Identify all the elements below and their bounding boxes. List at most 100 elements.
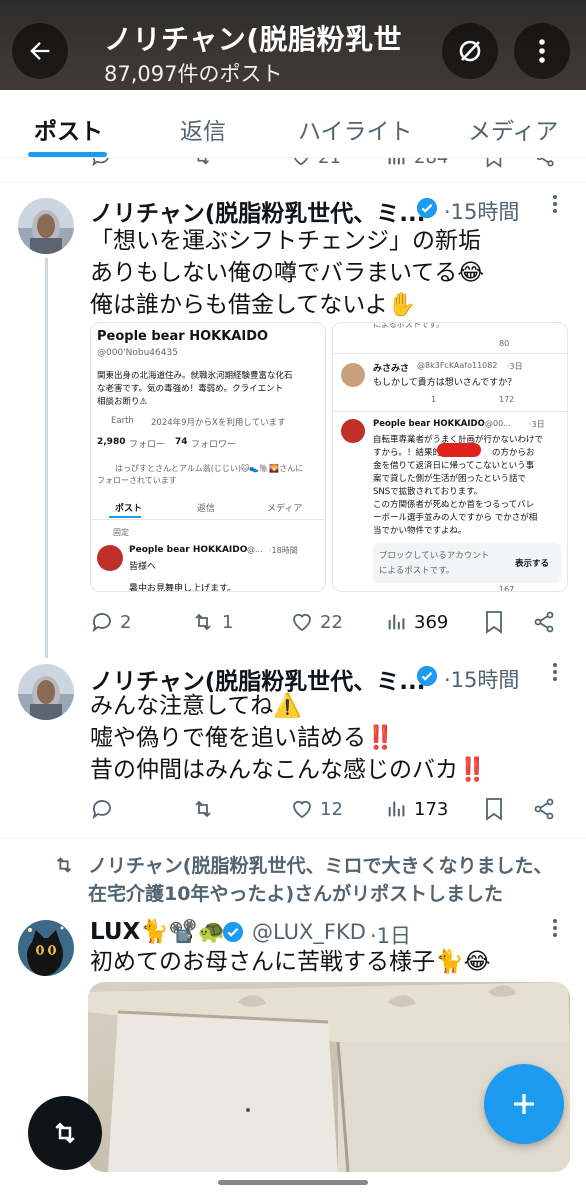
home-indicator[interactable]: [218, 1180, 368, 1185]
tweet-text-line: 昔の仲間はみんなこんな感じのバカ‼️: [90, 757, 487, 783]
bookmark-icon: [486, 611, 502, 634]
views-button[interactable]: 173: [386, 797, 448, 821]
avatar-person-image: [18, 664, 74, 720]
tweet-time[interactable]: ·15時間: [444, 196, 519, 226]
post-count: 87,097件のポスト: [104, 62, 283, 86]
tweet-time[interactable]: ·15時間: [444, 664, 519, 694]
embed-top-text: によるポストです。: [373, 322, 444, 329]
vertical-dots-icon: [539, 39, 545, 63]
view-count: 173: [414, 798, 449, 820]
tab-media[interactable]: メディア: [468, 112, 558, 146]
attached-image-profile[interactable]: People bear HOKKAIDO @000'Nobu46435 関東出身…: [90, 322, 326, 592]
tweet-more-button[interactable]: [552, 194, 558, 220]
embed-post-handle: @00...: [485, 419, 511, 428]
embed-avatar: [341, 419, 365, 443]
black-cat-avatar-image: [18, 920, 74, 976]
thread-line: [45, 258, 48, 658]
bookmark-icon: [486, 798, 502, 821]
reply-button[interactable]: [90, 797, 114, 821]
avatar[interactable]: [18, 198, 74, 254]
author-name[interactable]: LUX🐈📽️🐢: [90, 918, 226, 945]
bookmark-button[interactable]: [484, 610, 504, 634]
author-name[interactable]: ノリチャン(脱脂粉乳世代、ミ...: [90, 194, 426, 228]
repost-icon: [195, 613, 211, 631]
tab-posts[interactable]: ポスト: [34, 112, 103, 146]
more-options-button[interactable]: [514, 23, 570, 79]
embed-bottom-views: 167: [499, 585, 515, 592]
prev-reply-icon: [90, 158, 112, 168]
embed-post-time: ·18時間: [269, 546, 298, 555]
search-button[interactable]: [442, 23, 498, 79]
embed-reply-handle: @8k3FcKAafo11082: [417, 361, 498, 370]
back-arrow-icon: [30, 42, 50, 60]
prev-like-count: 21: [318, 158, 341, 168]
embed-bio-line: 関東出身の北海道住み。就職氷河期経験豊富な化石: [97, 371, 293, 381]
embed-blocked-box: ブロックしているアカウント によるポストです。 表示する: [373, 543, 561, 583]
bookmark-button[interactable]: [484, 797, 504, 821]
like-count: 12: [320, 798, 343, 820]
embed-followed-by: フォローされています: [97, 476, 177, 485]
tweet-more-button[interactable]: [552, 662, 558, 688]
embed-joined: 2024年9月からXを利用しています: [151, 418, 286, 428]
embed-blocked-text: によるポストです。: [379, 566, 455, 576]
prev-view-count: 284: [414, 158, 448, 168]
avatar[interactable]: [18, 920, 74, 976]
embed-show-button: 表示する: [515, 559, 550, 569]
heart-icon: [293, 800, 311, 819]
author-handle[interactable]: @LUX_FKD: [252, 920, 366, 944]
prev-like: 21: [290, 158, 341, 168]
repost-fab-button[interactable]: [28, 1096, 102, 1170]
embed-post-line: SNSで拡散されております。: [373, 487, 483, 497]
embed-post-time: ·3日: [529, 420, 545, 429]
repost-notice-icon: [56, 857, 72, 873]
verified-badge-icon: [416, 665, 438, 687]
tweet-divider: [0, 182, 586, 183]
compose-button[interactable]: [484, 1064, 564, 1144]
like-button[interactable]: 12: [290, 797, 343, 821]
share-button[interactable]: [532, 610, 556, 634]
tweet-text-line: 俺は誰からも借金してないよ✋: [90, 292, 417, 318]
prev-repost-icon: [190, 158, 214, 168]
search-slash-icon: [459, 40, 481, 62]
previous-tweet-actions: 21 284: [0, 158, 586, 170]
like-count: 22: [320, 611, 343, 633]
embed-post-line: 案で貸した側が生活が困ったという話で: [373, 474, 527, 484]
tab-replies[interactable]: 返信: [180, 112, 226, 146]
views-button[interactable]: 369: [386, 610, 448, 634]
embed-post-name: People bear HOKKAIDO: [129, 545, 248, 555]
views-bar-icon: [388, 801, 405, 817]
profile-name-title: ノリチャン(脱脂粉乳世: [104, 23, 403, 56]
views-bar-icon: [388, 158, 405, 165]
embed-reply-reposts: 1: [431, 395, 437, 404]
embed-location: Earth: [111, 416, 134, 426]
embed-pinned-label: 固定: [113, 528, 129, 537]
plus-icon: [514, 1094, 534, 1114]
embed-reply-time: ·3日: [507, 362, 523, 371]
attached-image-thread[interactable]: によるポストです。 80 みさみさ @8k3FcKAafo11082 ·3日 も…: [332, 322, 568, 592]
share-button[interactable]: [532, 797, 556, 821]
like-button[interactable]: 22: [290, 610, 343, 634]
tweet-text-line: 初めてのお母さんに苦戦する様子🐈😂: [90, 949, 491, 975]
reply-button[interactable]: 2: [90, 610, 131, 634]
embed-followers-count: 74: [175, 437, 188, 447]
repost-button[interactable]: [190, 797, 216, 821]
profile-header: ノリチャン(脱脂粉乳世 87,097件のポスト: [0, 0, 586, 90]
prev-views: 284: [386, 158, 448, 168]
tab-highlights[interactable]: ハイライト: [298, 112, 413, 146]
repost-button[interactable]: 1: [190, 610, 233, 634]
tweet-more-button[interactable]: [552, 918, 558, 944]
tweet-text-line: 嘘や偽りで俺を追い詰める‼️: [90, 725, 395, 751]
prev-bookmark-icon: [484, 158, 504, 168]
reply-count: 2: [120, 611, 132, 633]
embed-followers-label: フォロワー: [191, 440, 237, 450]
tweet-text-line: 「想いを運ぶシフトチェンジ」の新垢: [90, 228, 481, 254]
repost-notice[interactable]: ノリチャン(脱脂粉乳世代、ミロで大きくなりました、 在宅介護10年やったよ)さん…: [88, 852, 553, 908]
embed-post-line: ーボール選手並みの人ですから でかさが相: [373, 513, 538, 523]
embed-following-count: 2,980: [97, 437, 126, 447]
avatar[interactable]: [18, 664, 74, 720]
tweet-text-line: ありもしない俺の噂でバラまいてる😂: [90, 260, 485, 286]
views-bar-icon: [388, 614, 405, 630]
heart-icon: [293, 158, 309, 166]
back-button[interactable]: [12, 23, 68, 79]
repost-notice-line: 在宅介護10年やったよ)さんがリポストしました: [88, 883, 504, 905]
